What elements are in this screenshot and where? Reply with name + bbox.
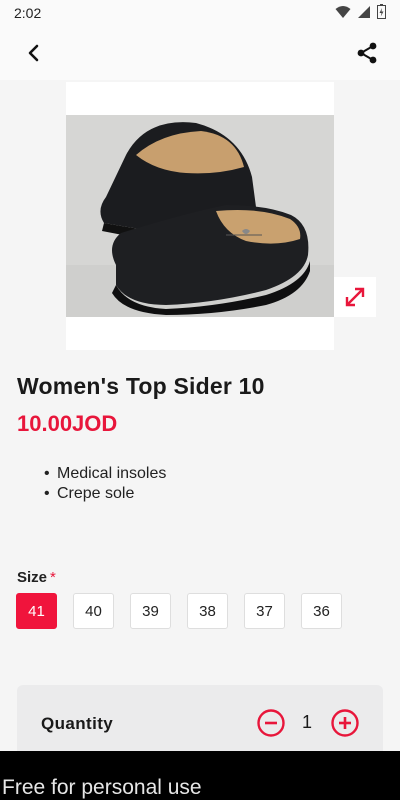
chevron-left-icon — [28, 44, 39, 62]
expand-image-button[interactable] — [334, 277, 376, 317]
decrease-quantity-button[interactable] — [257, 709, 285, 737]
share-icon — [357, 42, 377, 64]
feature-item: Medical insoles — [44, 464, 166, 484]
feature-item: Crepe sole — [44, 484, 166, 504]
quantity-label: Quantity — [41, 714, 114, 733]
size-option-39[interactable]: 39 — [130, 593, 171, 629]
watermark-text: Free for personal use — [2, 776, 202, 799]
size-label: Size * — [17, 569, 56, 586]
product-image — [66, 115, 334, 317]
feature-list: Medical insoles Crepe sole — [44, 464, 166, 504]
share-button[interactable] — [354, 40, 380, 66]
size-option-38[interactable]: 38 — [187, 593, 228, 629]
quantity-value: 1 — [301, 712, 312, 732]
product-image-card[interactable] — [66, 82, 334, 350]
size-option-40[interactable]: 40 — [73, 593, 114, 629]
size-option-36[interactable]: 36 — [301, 593, 342, 629]
minus-circle-icon — [257, 709, 285, 737]
product-title: Women's Top Sider 10 — [17, 373, 265, 399]
app-bar — [0, 26, 400, 80]
status-time: 2:02 — [14, 5, 42, 21]
product-price: 10.00JOD — [17, 411, 118, 436]
battery-icon — [377, 4, 386, 19]
size-options: 41 40 39 38 37 36 — [16, 593, 342, 629]
watermark-bar: Free for personal use — [0, 751, 400, 800]
shoe-image — [66, 115, 334, 317]
wifi-icon — [335, 5, 351, 18]
status-icons — [335, 4, 386, 19]
size-option-41[interactable]: 41 — [16, 593, 57, 629]
size-label-text: Size — [17, 569, 48, 586]
status-bar: 2:02 — [0, 0, 400, 26]
back-button[interactable] — [20, 40, 46, 66]
expand-arrows-icon — [345, 287, 365, 307]
size-option-37[interactable]: 37 — [244, 593, 285, 629]
increase-quantity-button[interactable] — [331, 709, 359, 737]
cell-signal-icon — [358, 5, 370, 18]
required-mark: * — [50, 569, 56, 586]
plus-circle-icon — [331, 709, 359, 737]
